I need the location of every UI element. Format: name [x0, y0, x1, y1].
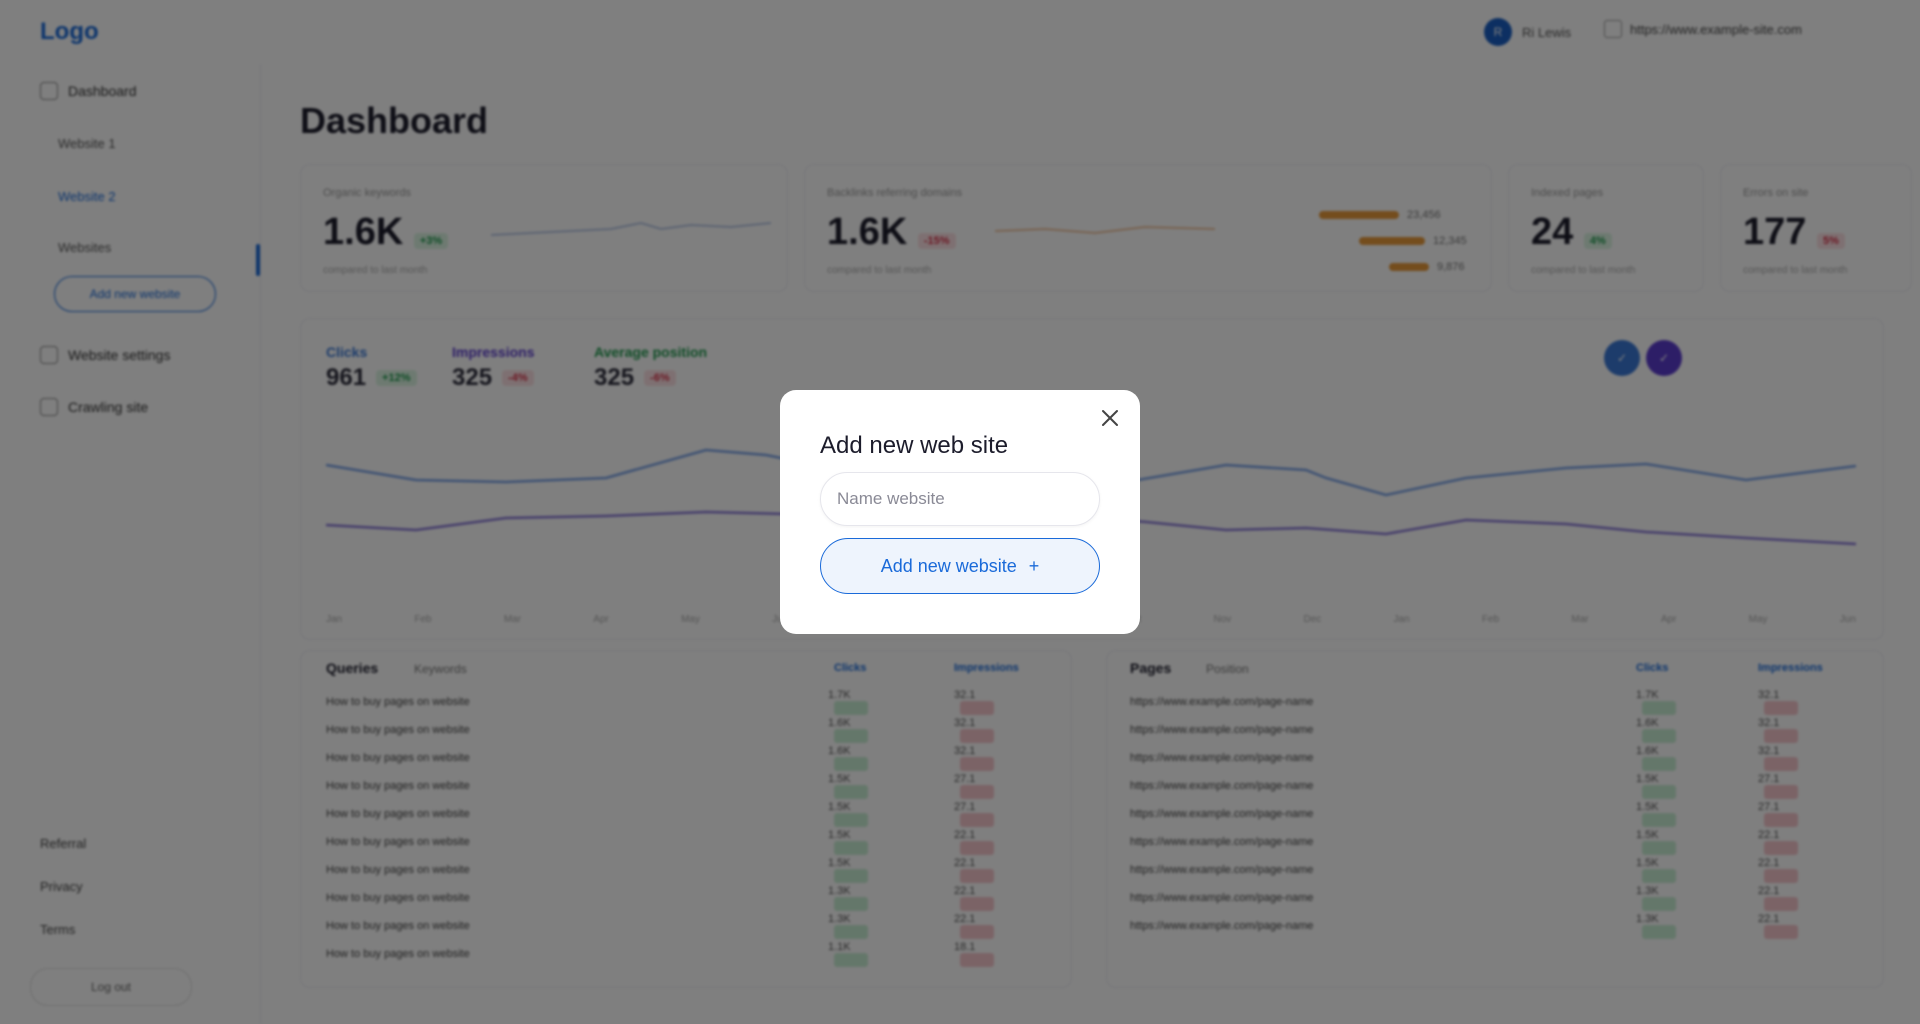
add-new-website-button[interactable]: Add new website + — [820, 538, 1100, 594]
modal-title: Add new web site — [820, 432, 1009, 459]
close-button[interactable] — [1096, 404, 1124, 432]
plus-icon: + — [1028, 555, 1040, 576]
close-icon — [1102, 410, 1118, 426]
website-name-input[interactable] — [820, 472, 1100, 526]
add-button-label: Add new website — [880, 555, 1017, 576]
add-website-modal: Add new web site Add new website + — [780, 390, 1140, 634]
